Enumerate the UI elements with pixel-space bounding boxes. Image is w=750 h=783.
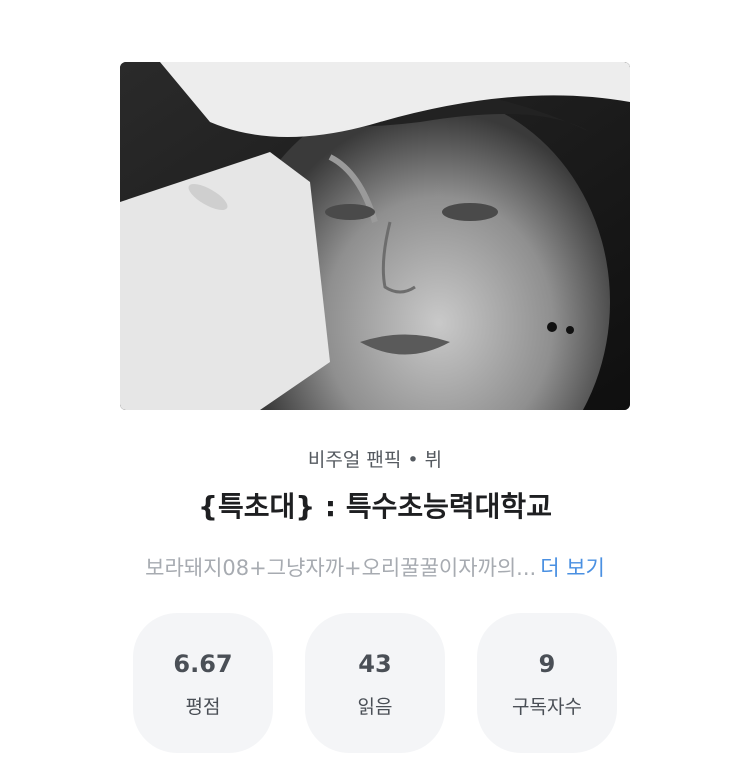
reads-value: 43 bbox=[358, 650, 392, 678]
reads-label: 읽음 bbox=[357, 696, 393, 718]
stat-reads: 43 읽음 bbox=[305, 613, 445, 753]
more-button[interactable]: 더 보기 bbox=[540, 556, 605, 580]
rating-label: 평점 bbox=[185, 696, 221, 718]
work-description: 보라돼지08+그냥자까+오리꿀꿀이자까의... 더 보기 bbox=[0, 552, 750, 584]
description-text: 보라돼지08+그냥자까+오리꿀꿀이자까의... bbox=[145, 556, 537, 580]
work-category: 비주얼 팬픽 • 뷔 bbox=[0, 446, 750, 474]
cover-photo-illustration bbox=[120, 62, 630, 410]
work-detail-page: 비주얼 팬픽 • 뷔 {특초대} : 특수초능력대학교 보라돼지08+그냥자까+오리… bbox=[0, 0, 750, 783]
subscribers-label: 구독자수 bbox=[512, 696, 582, 718]
stat-subscribers: 9 구독자수 bbox=[477, 613, 617, 753]
cover-image[interactable] bbox=[120, 62, 630, 410]
rating-value: 6.67 bbox=[173, 650, 233, 678]
stat-rating: 6.67 평점 bbox=[133, 613, 273, 753]
work-title: {특초대} : 특수초능력대학교 bbox=[198, 490, 552, 523]
character-label: 뷔 bbox=[424, 449, 443, 471]
category-label: 비주얼 팬픽 bbox=[307, 449, 402, 471]
category-separator: • bbox=[407, 449, 419, 471]
subscribers-value: 9 bbox=[538, 650, 556, 678]
stats-row: 6.67 평점 43 읽음 9 구독자수 bbox=[133, 613, 617, 753]
